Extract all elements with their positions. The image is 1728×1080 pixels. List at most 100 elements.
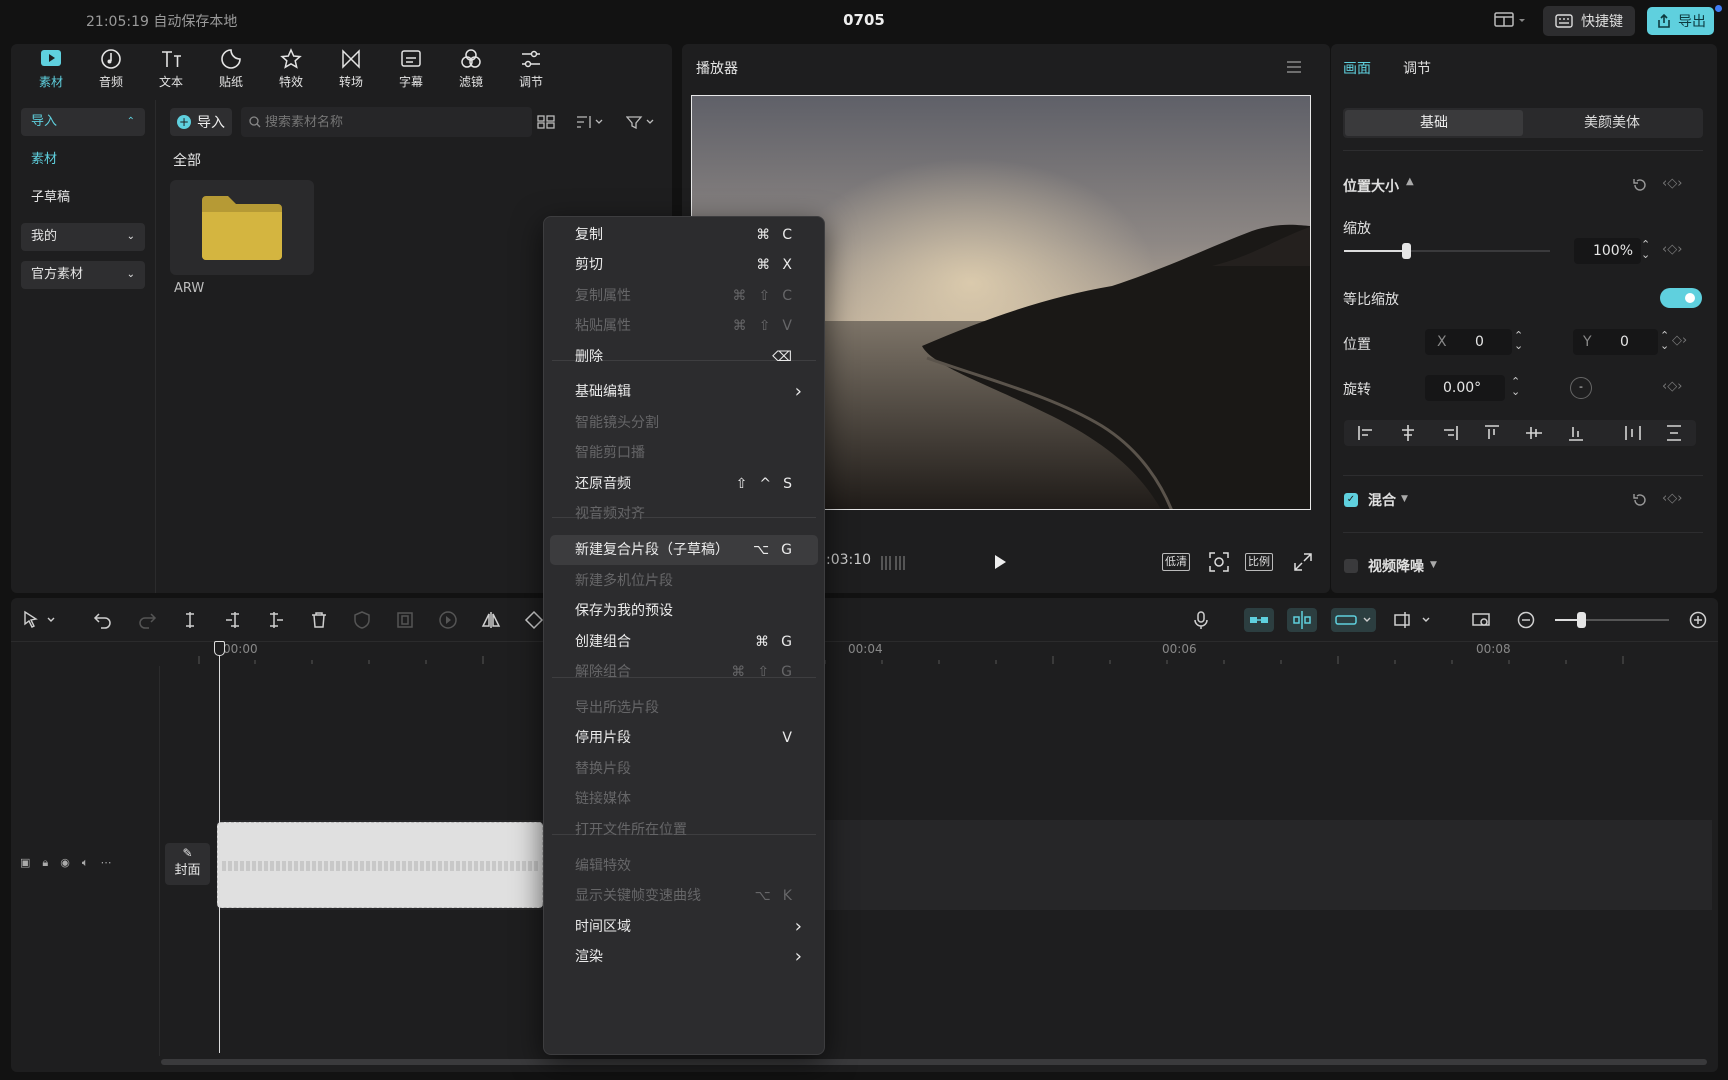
menu-item[interactable]: 显示关键帧变速曲线 ⌥K [550,881,818,911]
menu-item[interactable]: 渲染 › [550,942,818,972]
search-box[interactable] [241,107,532,137]
caret-down-icon[interactable]: ▼ [1401,494,1408,504]
tab-adjust-props[interactable]: 调节 [1403,58,1431,78]
zoom-slider-knob[interactable] [1577,612,1586,628]
zoom-slider[interactable] [1555,612,1669,628]
zoom-in-icon[interactable] [1688,610,1708,634]
mirror-icon[interactable] [481,610,501,634]
search-input[interactable] [265,114,525,130]
crop-icon[interactable] [395,610,415,634]
denoise-checkbox[interactable] [1344,559,1358,573]
menu-item[interactable]: 停用片段 V [550,723,818,753]
play-icon[interactable] [993,554,1007,570]
sidebar-official[interactable]: 官方素材 ⌄ [21,261,145,289]
folder-card[interactable] [170,180,314,275]
more-icon[interactable]: ⋯ [100,856,111,870]
quality-button[interactable]: 低清 [1162,553,1190,571]
eye-icon[interactable]: ◉ [60,856,70,870]
split-icon[interactable] [180,610,200,634]
speed-icon[interactable] [438,610,458,634]
lock-icon[interactable]: 🔒︎ [42,856,48,870]
menu-item[interactable]: 编辑特效 [550,851,818,881]
position-keyframe-icon[interactable]: ◇› [1672,333,1687,348]
tab-audio[interactable]: 音频 [81,48,141,90]
align-right-icon[interactable] [1440,423,1460,443]
y-stepper-icon[interactable]: ⌃ ⌄ [1660,330,1669,351]
menu-item[interactable]: 链接媒体 [550,784,818,814]
scale-field[interactable]: 100% [1574,238,1641,264]
linkage-icon[interactable] [1331,608,1376,632]
rotate-stepper-icon[interactable]: ⌃ ⌄ [1511,376,1520,397]
menu-item[interactable]: 复制 ⌘C [550,220,818,250]
section-position-size[interactable]: 位置大小 [1343,176,1399,196]
blend-reset-icon[interactable] [1632,492,1648,508]
menu-item[interactable]: 还原音频 ⇧^S [550,469,818,499]
menu-item[interactable]: 视音频对齐 [550,499,818,529]
scale-slider-knob[interactable] [1401,243,1411,259]
redo-icon[interactable] [137,610,157,634]
menu-item[interactable]: 智能镜头分割 [550,408,818,438]
menu-item[interactable]: 剪切 ⌘X [550,250,818,280]
tab-sticker[interactable]: 贴纸 [201,48,261,90]
blend-keyframe-icon[interactable]: ‹◇› [1662,491,1682,506]
export-button[interactable]: 导出 [1647,7,1714,35]
menu-item[interactable]: 创建组合 ⌘G [550,627,818,657]
tab-transition[interactable]: 转场 [321,48,381,90]
rotate-keyframe-icon[interactable]: ‹◇› [1662,379,1682,394]
menu-item[interactable]: 保存为我的预设 [550,596,818,626]
import-button[interactable]: + 导入 [170,108,232,136]
volume-icon[interactable]: 🔈︎ [82,856,89,870]
sidebar-sub-draft[interactable]: 子草稿 [21,184,145,212]
position-y-field[interactable]: Y 0 [1573,329,1658,355]
menu-icon[interactable] [1286,60,1302,74]
scale-keyframe-icon[interactable]: ‹◇› [1662,242,1682,257]
menu-item[interactable]: 复制属性 ⌘⇧C [550,281,818,311]
sidebar-import[interactable]: 导入 ⌃ [21,108,145,136]
menu-item[interactable]: 基础编辑 › [550,377,818,407]
preview-axis-icon[interactable] [1393,610,1437,634]
reset-icon[interactable] [1632,177,1648,193]
timeline-scrollbar[interactable] [161,1059,1707,1065]
distribute-h-icon[interactable] [1623,423,1643,443]
undo-icon[interactable] [93,610,113,634]
subtab-basic[interactable]: 基础 [1345,110,1523,136]
align-center-v-icon[interactable] [1524,423,1544,443]
blend-label[interactable]: 混合 [1368,490,1396,510]
fullscreen-icon[interactable] [1294,553,1312,571]
main-track-magnet-icon[interactable] [1244,608,1274,632]
subtab-beauty[interactable]: 美颜美体 [1523,110,1701,136]
tab-filter[interactable]: 滤镜 [441,48,501,90]
ratio-button[interactable]: 比例 [1245,553,1273,571]
grid-view-icon[interactable] [537,115,555,129]
sort-icon[interactable] [576,115,604,129]
video-clip[interactable] [217,822,543,908]
fit-view-icon[interactable] [1209,552,1229,572]
cover-button[interactable]: ✎ 封面 [165,843,210,885]
align-center-h-icon[interactable] [1398,423,1418,443]
x-stepper-icon[interactable]: ⌃ ⌄ [1514,330,1523,351]
scale-stepper-icon[interactable]: ⌃ ⌄ [1641,239,1650,260]
layout-icon[interactable] [1494,12,1526,28]
caret-down-icon[interactable]: ▼ [1430,560,1437,570]
tab-adjust[interactable]: 调节 [501,48,561,90]
shortcut-button[interactable]: 快捷键 [1543,6,1635,36]
menu-item[interactable]: 替换片段 [550,754,818,784]
rotate-tool-icon[interactable] [524,610,544,634]
sidebar-mine[interactable]: 我的 ⌄ [21,223,145,251]
tab-effects[interactable]: 特效 [261,48,321,90]
track-cover-icon[interactable]: ▣ [20,856,30,870]
caret-up-icon[interactable]: ▲ [1406,176,1414,187]
trim-left-icon[interactable] [223,610,243,634]
menu-item[interactable]: 解除组合 ⌘⇧G [550,657,818,687]
select-tool-icon[interactable] [22,610,58,634]
distribute-v-icon[interactable] [1664,423,1684,443]
keyframe-icon[interactable]: ‹◇› [1662,176,1682,191]
menu-item[interactable]: 打开文件所在位置 [550,815,818,845]
rotate-dial[interactable]: - [1570,377,1592,399]
menu-item[interactable]: 新建多机位片段 [550,566,818,596]
sidebar-material[interactable]: 素材 [21,146,145,174]
tab-media[interactable]: 素材 [21,48,81,90]
playhead[interactable] [219,642,220,1053]
scale-slider[interactable] [1344,243,1550,259]
rotate-field[interactable]: 0.00° [1425,375,1505,401]
